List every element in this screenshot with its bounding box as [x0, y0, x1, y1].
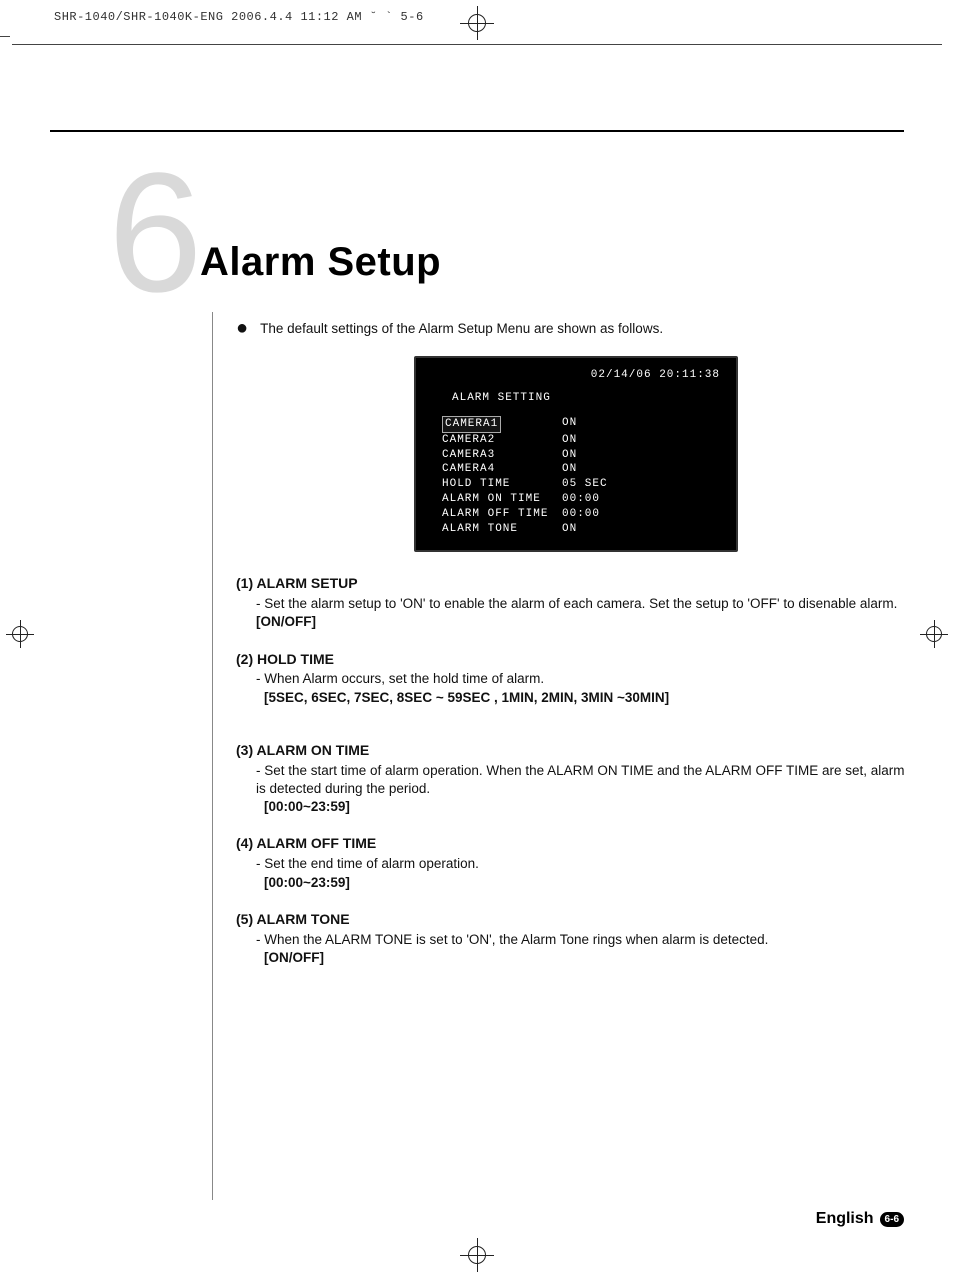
section-options: [ON/OFF] [264, 950, 324, 965]
crop-circle-bottom [468, 1246, 486, 1264]
osd-row: CAMERA2ON [442, 433, 722, 448]
osd-row-label: CAMERA1 [442, 416, 562, 433]
section-title: (5) ALARM TONE [236, 910, 916, 929]
section: (2) HOLD TIME - When Alarm occurs, set th… [236, 650, 916, 707]
osd-row: HOLD TIME05 SEC [442, 477, 722, 492]
osd-datetime: 02/14/06 20:11:38 [430, 368, 722, 383]
osd-row-value: ON [562, 522, 577, 537]
section-options: [00:00~23:59] [264, 799, 350, 814]
sections-list: (1) ALARM SETUP - Set the alarm setup to … [236, 574, 916, 967]
intro-row: ● The default settings of the Alarm Setu… [236, 320, 916, 338]
section-body-text: - When Alarm occurs, set the hold time o… [256, 671, 544, 686]
osd-row-value: ON [562, 433, 577, 448]
osd-row-label: CAMERA2 [442, 433, 562, 448]
top-rule [50, 130, 904, 132]
crop-circle-top [468, 14, 486, 32]
trim-mark [0, 36, 10, 37]
osd-row: CAMERA3ON [442, 448, 722, 463]
section-body: - Set the start time of alarm operation.… [256, 762, 916, 817]
section-body-text: - When the ALARM TONE is set to 'ON', th… [256, 932, 768, 947]
section-body: - Set the alarm setup to 'ON' to enable … [256, 595, 916, 631]
osd-row-label: ALARM ON TIME [442, 492, 562, 507]
bullet-icon: ● [236, 320, 248, 338]
section-body-text: - Set the end time of alarm operation. [256, 856, 479, 871]
chapter-title: Alarm Setup [200, 240, 441, 285]
osd-rows: CAMERA1ONCAMERA2ONCAMERA3ONCAMERA4ONHOLD… [442, 416, 722, 537]
intro-text: The default settings of the Alarm Setup … [260, 320, 663, 338]
osd-row-value: 05 SEC [562, 477, 608, 492]
print-header: SHR-1040/SHR-1040K-ENG 2006.4.4 11:12 AM… [54, 10, 424, 24]
footer-language: English [816, 1210, 874, 1228]
section-body-text: - Set the alarm setup to 'ON' to enable … [256, 596, 897, 611]
chapter-number: 6 [108, 148, 203, 318]
section-title: (3) ALARM ON TIME [236, 741, 916, 760]
section-options: [00:00~23:59] [264, 875, 350, 890]
section-options: [ON/OFF] [256, 614, 316, 629]
osd-row-label: ALARM TONE [442, 522, 562, 537]
registration-circle-right [926, 626, 942, 642]
section-title: (1) ALARM SETUP [236, 574, 916, 593]
osd-row-value: 00:00 [562, 507, 600, 522]
section: (4) ALARM OFF TIME - Set the end time of … [236, 834, 916, 891]
osd-title: ALARM SETTING [452, 391, 722, 406]
footer-page-badge: 6-6 [880, 1212, 904, 1227]
osd-row: CAMERA1ON [442, 416, 722, 433]
osd-row-value: ON [562, 416, 577, 433]
section-options: [5SEC, 6SEC, 7SEC, 8SEC ~ 59SEC , 1MIN, … [264, 690, 669, 705]
osd-row: ALARM TONEON [442, 522, 722, 537]
osd-row-value: ON [562, 448, 577, 463]
content-area: ● The default settings of the Alarm Setu… [236, 320, 916, 985]
section-body: - When Alarm occurs, set the hold time o… [256, 670, 916, 706]
osd-row-label: CAMERA3 [442, 448, 562, 463]
osd-screenshot: 02/14/06 20:11:38 ALARM SETTING CAMERA1O… [414, 356, 738, 552]
trim-line-top [12, 44, 942, 45]
section-title: (2) HOLD TIME [236, 650, 916, 669]
section: (5) ALARM TONE - When the ALARM TONE is s… [236, 910, 916, 967]
osd-row-value: 00:00 [562, 492, 600, 507]
section: (1) ALARM SETUP - Set the alarm setup to … [236, 574, 916, 631]
page-footer: English 6-6 [816, 1210, 904, 1228]
osd-row-label: ALARM OFF TIME [442, 507, 562, 522]
osd-row: ALARM OFF TIME00:00 [442, 507, 722, 522]
osd-row-label: CAMERA4 [442, 462, 562, 477]
section-body: - Set the end time of alarm operation. [… [256, 855, 916, 891]
vertical-divider [212, 312, 213, 1200]
osd-row: CAMERA4ON [442, 462, 722, 477]
section-body-text: - Set the start time of alarm operation.… [256, 763, 905, 796]
registration-circle-left [12, 626, 28, 642]
section-title: (4) ALARM OFF TIME [236, 834, 916, 853]
section-body: - When the ALARM TONE is set to 'ON', th… [256, 931, 916, 967]
osd-row: ALARM ON TIME00:00 [442, 492, 722, 507]
osd-row-value: ON [562, 462, 577, 477]
osd-row-label: HOLD TIME [442, 477, 562, 492]
section: (3) ALARM ON TIME - Set the start time of… [236, 741, 916, 817]
